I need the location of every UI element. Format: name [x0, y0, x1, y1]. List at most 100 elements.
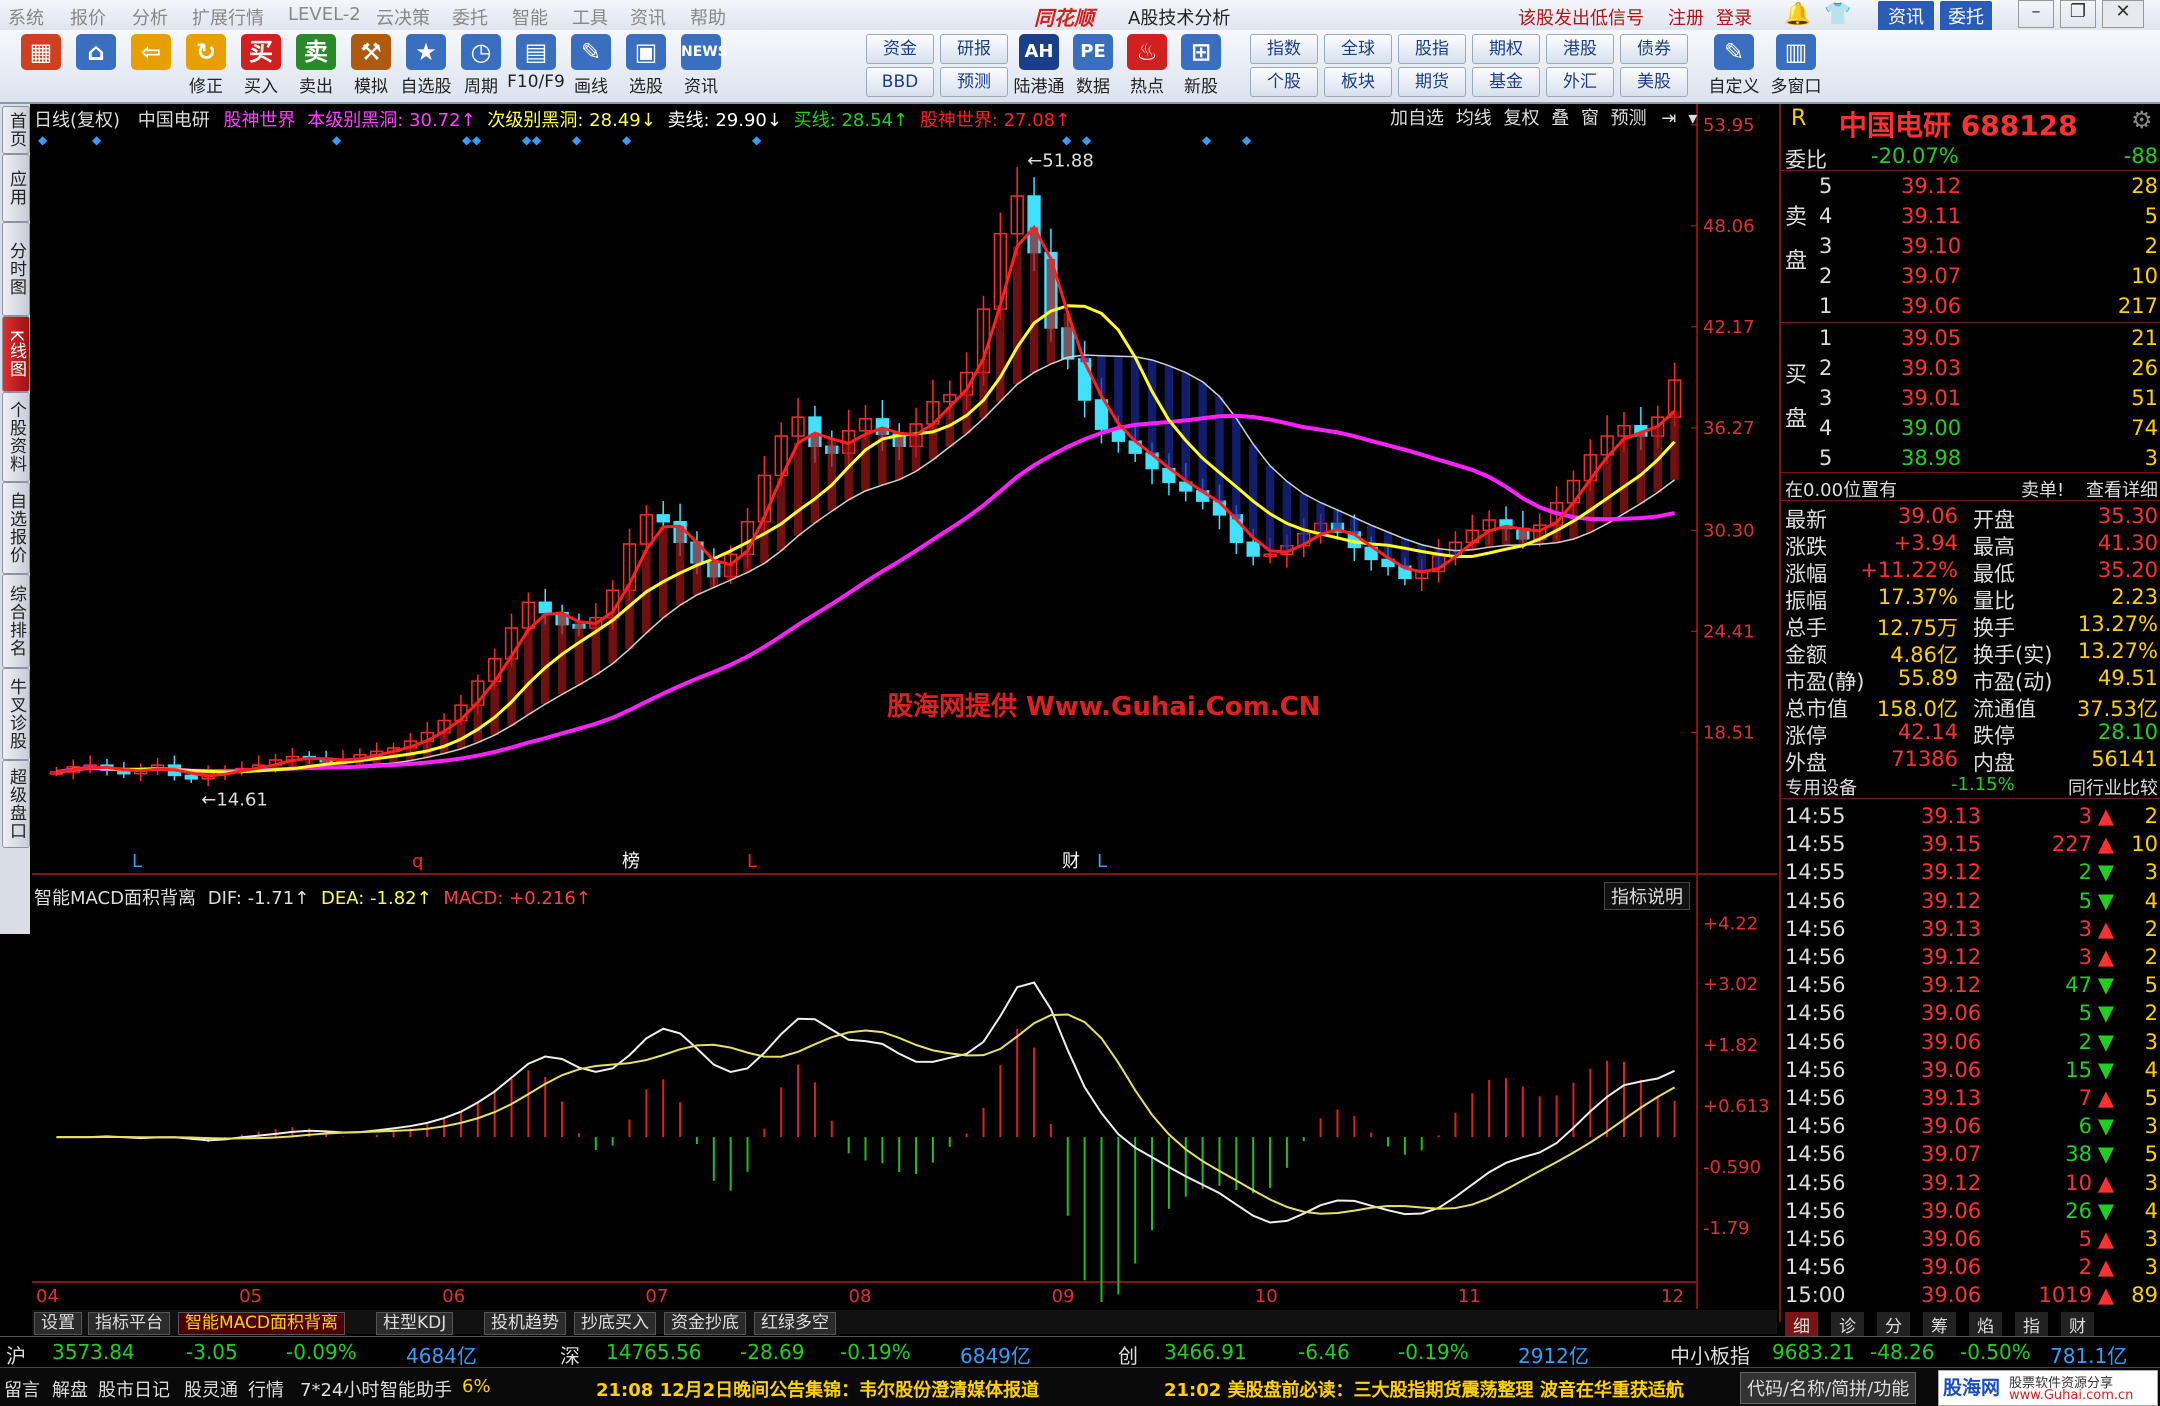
toolbar-btn-股指[interactable]: 股指: [1398, 34, 1466, 64]
indicator-tab[interactable]: 抄底买入: [574, 1312, 656, 1335]
chevron-down-icon[interactable]: ▾: [1688, 108, 1697, 129]
overlay-button[interactable]: 叠: [1548, 108, 1572, 129]
expand-icon[interactable]: ⇥: [1655, 108, 1682, 129]
left-tab-1[interactable]: 应用: [2, 154, 30, 222]
sector-name[interactable]: 专用设备: [1785, 774, 1857, 800]
toolbar-ah-button[interactable]: AH 陆港通: [1010, 34, 1068, 98]
indicator-help-button[interactable]: 指标说明: [1604, 882, 1690, 910]
indicator-tab[interactable]: 设置: [34, 1312, 82, 1335]
left-tab-8[interactable]: 超级盘口: [2, 760, 30, 848]
login-link[interactable]: 登录: [1716, 4, 1752, 30]
sell-price[interactable]: 39.07: [1901, 264, 1961, 288]
toolbar-btn-BBD[interactable]: BBD: [866, 67, 934, 97]
toolbar-btn-美股[interactable]: 美股: [1620, 67, 1688, 97]
index-name[interactable]: 深: [560, 1340, 580, 1369]
toolbar-f10-button[interactable]: ▤ F10/F9: [507, 34, 565, 98]
event-marker[interactable]: q: [412, 851, 423, 872]
gear-icon[interactable]: ⚙: [2131, 106, 2153, 134]
toolbar-news-button[interactable]: NEWS 资讯: [672, 34, 730, 98]
close-icon[interactable]: ✕: [2102, 0, 2144, 28]
industry-compare-button[interactable]: 同行业比较: [2068, 774, 2158, 800]
buy-price[interactable]: 38.98: [1901, 446, 1961, 470]
buy-price[interactable]: 39.03: [1901, 356, 1961, 380]
toolbar-btn-外汇[interactable]: 外汇: [1546, 67, 1614, 97]
ma-button[interactable]: 均线: [1453, 108, 1495, 129]
left-tab-0[interactable]: 首页: [2, 106, 30, 154]
event-marker[interactable]: L: [1097, 851, 1107, 872]
toolbar-screen-button[interactable]: ▣ 选股: [617, 34, 675, 98]
sell-price[interactable]: 39.06: [1901, 294, 1961, 318]
kline-chart[interactable]: 53.95 48.06 42.17 36.27 30.30 24.41 18.51 ←51.8…: [32, 104, 1777, 1322]
buy-price[interactable]: 39.01: [1901, 386, 1961, 410]
left-tab-2[interactable]: 分时图: [2, 222, 30, 316]
indicator-tab[interactable]: 红绿多空: [754, 1312, 836, 1335]
shirt-icon[interactable]: 👕: [1824, 2, 1851, 27]
toolbar-btn-港股[interactable]: 港股: [1546, 34, 1614, 64]
left-tab-5[interactable]: 自选报价: [2, 482, 30, 574]
toolbar-btn-债券[interactable]: 债券: [1620, 34, 1688, 64]
toolbar-pen-button[interactable]: ✎ 画线: [562, 34, 620, 98]
quote-tab[interactable]: 指: [2015, 1312, 2048, 1337]
index-name[interactable]: 沪: [6, 1340, 26, 1369]
toolbar-btn-研报[interactable]: 研报: [940, 34, 1008, 64]
sell-price[interactable]: 39.10: [1901, 234, 1961, 258]
toolbar-hot-button[interactable]: ♨ 热点: [1118, 34, 1176, 98]
trade-dropdown-button[interactable]: 委托: [1940, 1, 1992, 31]
menu-item-extended[interactable]: 扩展行情: [192, 4, 264, 30]
indicator-tab[interactable]: 投机趋势: [484, 1312, 566, 1335]
newsbar-item[interactable]: 股灵通: [184, 1376, 238, 1402]
bell-icon[interactable]: 🔔: [1784, 2, 1811, 27]
menu-item-trade[interactable]: 委托: [452, 4, 488, 30]
newsbar-item[interactable]: 7*24小时: [300, 1376, 379, 1402]
menu-item-info[interactable]: 资讯: [630, 4, 666, 30]
window-button[interactable]: 窗: [1578, 108, 1602, 129]
menu-item-quote[interactable]: 报价: [70, 4, 106, 30]
quote-tab[interactable]: 细: [1785, 1312, 1818, 1337]
toolbar-hammer-button[interactable]: ⚒ 模拟: [342, 34, 400, 98]
quote-tab[interactable]: 财: [2061, 1312, 2094, 1337]
view-detail-link[interactable]: 查看详细: [2086, 476, 2158, 502]
event-marker[interactable]: 榜: [622, 851, 640, 872]
toolbar-custom-button[interactable]: ✎ 自定义: [1705, 34, 1763, 98]
index-name[interactable]: 中小板指: [1670, 1340, 1750, 1369]
quote-tab[interactable]: 诊: [1831, 1312, 1864, 1337]
adjust-button[interactable]: 复权: [1500, 108, 1542, 129]
toolbar-btn-资金[interactable]: 资金: [866, 34, 934, 64]
left-tab-7[interactable]: 牛叉诊股: [2, 668, 30, 760]
toolbar-back-button[interactable]: ⇦: [122, 34, 180, 98]
toolbar-sell-button[interactable]: 卖卖出: [287, 34, 345, 98]
left-tab-6[interactable]: 综合排名: [2, 574, 30, 668]
event-marker[interactable]: L: [132, 851, 142, 872]
newsbar-item[interactable]: 股市日记: [98, 1376, 170, 1402]
menu-item-analysis[interactable]: 分析: [132, 4, 168, 30]
event-marker[interactable]: L: [747, 851, 757, 872]
menu-item-system[interactable]: 系统: [8, 4, 44, 30]
forecast-button[interactable]: 预测: [1608, 108, 1650, 129]
toolbar-fix-button[interactable]: ↻ 修正: [177, 34, 235, 98]
indicator-tab[interactable]: 柱型KDJ: [376, 1312, 454, 1335]
quote-tab[interactable]: 分: [1877, 1312, 1910, 1337]
toolbar-buy-button[interactable]: 买买入: [232, 34, 290, 98]
newsbar-item[interactable]: 智能助手: [380, 1376, 452, 1402]
toolbar-pe-button[interactable]: PE 数据: [1064, 34, 1122, 98]
add-watchlist-button[interactable]: 加自选: [1387, 108, 1447, 129]
toolbar-btn-期权[interactable]: 期权: [1472, 34, 1540, 64]
sell-price[interactable]: 39.12: [1901, 174, 1961, 198]
news-headline-1[interactable]: 21:08 12月2日晚间公告集锦：韦尔股份澄清媒体报道: [596, 1376, 1039, 1402]
toolbar-btn-板块[interactable]: 板块: [1324, 67, 1392, 97]
event-marker[interactable]: 财: [1062, 851, 1080, 872]
indicator-tab[interactable]: 指标平台: [88, 1312, 170, 1335]
left-tab-3[interactable]: K线图: [2, 316, 30, 392]
search-input[interactable]: 代码/名称/简拼/功能: [1740, 1372, 1917, 1404]
quote-tab[interactable]: 筹: [1923, 1312, 1956, 1337]
indicator-tab[interactable]: 资金抄底: [664, 1312, 746, 1335]
restore-icon[interactable]: ❐: [2060, 0, 2096, 28]
buy-price[interactable]: 39.05: [1901, 326, 1961, 350]
toolbar-ipo-button[interactable]: ⊞ 新股: [1172, 34, 1230, 98]
toolbar-grid-button[interactable]: ▦: [12, 34, 70, 98]
index-name[interactable]: 创: [1118, 1340, 1138, 1369]
chart-period[interactable]: 日线(复权): [34, 110, 120, 131]
register-link[interactable]: 注册: [1668, 4, 1704, 30]
toolbar-btn-预测[interactable]: 预测: [940, 67, 1008, 97]
newsbar-item[interactable]: 解盘: [52, 1376, 88, 1402]
